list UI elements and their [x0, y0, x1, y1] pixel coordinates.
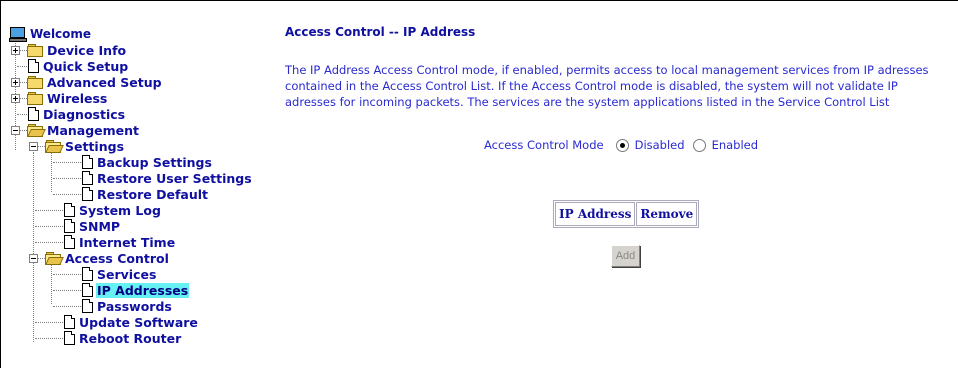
tree-item-snmp[interactable]: SNMP [63, 218, 121, 234]
tree-item-quick-setup[interactable]: Quick Setup [27, 58, 129, 74]
ip-address-column-header: IP Address [555, 202, 636, 226]
disabled-radio[interactable] [615, 138, 629, 152]
tree-connector [53, 194, 81, 195]
tree-label-restore-default[interactable]: Restore Default [96, 187, 209, 202]
tree-connector [17, 114, 27, 115]
collapse-access-control-toggle[interactable] [29, 254, 38, 263]
tree-connector [53, 290, 81, 291]
tree-label-passwords[interactable]: Passwords [96, 299, 173, 314]
tree-label-reboot-router[interactable]: Reboot Router [78, 331, 182, 346]
folder-icon [27, 92, 43, 105]
access-control-mode-row: Access Control Mode Disabled Enabled [484, 138, 758, 152]
tree-item-management[interactable]: Management [27, 122, 140, 138]
tree-item-diagnostics[interactable]: Diagnostics [27, 106, 126, 122]
tree-connector [35, 242, 63, 243]
collapse-management-toggle[interactable] [11, 126, 20, 135]
tree-connector [53, 306, 81, 307]
tree-connector [35, 210, 63, 211]
page-description: The IP Address Access Control mode, if e… [285, 63, 929, 109]
tree-item-system-log[interactable]: System Log [63, 202, 162, 218]
tree-label-restore-user-settings[interactable]: Restore User Settings [96, 171, 253, 186]
tree-label-welcome[interactable]: Welcome [29, 27, 92, 42]
computer-icon [9, 27, 27, 42]
page-icon [63, 203, 75, 217]
tree-item-access-control[interactable]: Access Control [45, 250, 170, 266]
table-header-row: IP Address Remove [555, 202, 698, 226]
tree-item-restore-default[interactable]: Restore Default [81, 186, 209, 202]
tree-connector [35, 338, 63, 339]
tree-label-services[interactable]: Services [96, 267, 157, 282]
tree-connector [35, 322, 63, 323]
page-icon [27, 107, 39, 121]
tree-label-diagnostics[interactable]: Diagnostics [42, 107, 126, 122]
tree-root-welcome[interactable]: Welcome [9, 26, 92, 42]
page-icon [81, 155, 93, 169]
open-folder-icon [27, 124, 46, 137]
frame-top-border [0, 0, 958, 1]
tree-item-ip-addresses[interactable]: IP Addresses [81, 282, 190, 298]
page-title: Access Control -- IP Address [285, 25, 476, 39]
tree-label-settings[interactable]: Settings [64, 139, 125, 154]
add-button[interactable]: Add [611, 245, 640, 267]
expand-wireless-toggle[interactable] [11, 94, 20, 103]
page-icon [27, 59, 39, 73]
expand-device-info-toggle[interactable] [11, 46, 20, 55]
tree-item-passwords[interactable]: Passwords [81, 298, 173, 314]
disabled-radio-label: Disabled [634, 138, 685, 152]
folder-icon [27, 76, 43, 89]
tree-item-device-info[interactable]: Device Info [27, 42, 127, 58]
tree-item-update-software[interactable]: Update Software [63, 314, 199, 330]
tree-label-management[interactable]: Management [46, 123, 140, 138]
page-icon [81, 283, 93, 297]
page-icon [63, 235, 75, 249]
tree-label-wireless[interactable]: Wireless [46, 91, 108, 106]
open-folder-icon [45, 140, 64, 153]
open-folder-icon [45, 252, 64, 265]
tree-connector [51, 152, 52, 192]
remove-column-header: Remove [636, 202, 698, 226]
tree-item-restore-user-settings[interactable]: Restore User Settings [81, 170, 253, 186]
tree-connector [51, 264, 52, 304]
tree-label-system-log[interactable]: System Log [78, 203, 162, 218]
frame-left-border [0, 0, 1, 368]
navigation-tree: Welcome Device Info Quick Setup Advanced… [9, 26, 259, 366]
ip-address-table: IP Address Remove [553, 200, 700, 228]
tree-label-snmp[interactable]: SNMP [78, 219, 121, 234]
collapse-settings-toggle[interactable] [29, 142, 38, 151]
tree-item-reboot-router[interactable]: Reboot Router [63, 330, 182, 346]
page-icon [81, 267, 93, 281]
tree-label-access-control[interactable]: Access Control [64, 251, 170, 266]
tree-item-backup-settings[interactable]: Backup Settings [81, 154, 213, 170]
tree-item-wireless[interactable]: Wireless [27, 90, 108, 106]
tree-item-advanced-setup[interactable]: Advanced Setup [27, 74, 163, 90]
tree-item-services[interactable]: Services [81, 266, 157, 282]
page-icon [81, 299, 93, 313]
tree-label-internet-time[interactable]: Internet Time [78, 235, 176, 250]
expand-advanced-setup-toggle[interactable] [11, 78, 20, 87]
tree-connector [53, 162, 81, 163]
tree-connector [53, 274, 81, 275]
tree-item-internet-time[interactable]: Internet Time [63, 234, 176, 250]
tree-connector [53, 178, 81, 179]
enabled-radio-label: Enabled [711, 138, 759, 152]
tree-label-quick-setup[interactable]: Quick Setup [42, 59, 129, 74]
tree-label-device-info[interactable]: Device Info [46, 43, 127, 58]
access-control-mode-label: Access Control Mode [484, 138, 604, 152]
tree-label-update-software[interactable]: Update Software [78, 315, 199, 330]
tree-item-settings[interactable]: Settings [45, 138, 125, 154]
page-icon [81, 171, 93, 185]
tree-label-ip-addresses-selected[interactable]: IP Addresses [96, 282, 190, 298]
enabled-radio[interactable] [692, 138, 706, 152]
tree-label-backup-settings[interactable]: Backup Settings [96, 155, 213, 170]
page-icon [81, 187, 93, 201]
tree-connector [33, 152, 34, 342]
folder-icon [27, 44, 43, 57]
page-icon [63, 331, 75, 345]
tree-connector [35, 226, 63, 227]
tree-connector [17, 66, 27, 67]
tree-label-advanced-setup[interactable]: Advanced Setup [46, 75, 163, 90]
page-icon [63, 315, 75, 329]
page-icon [63, 219, 75, 233]
